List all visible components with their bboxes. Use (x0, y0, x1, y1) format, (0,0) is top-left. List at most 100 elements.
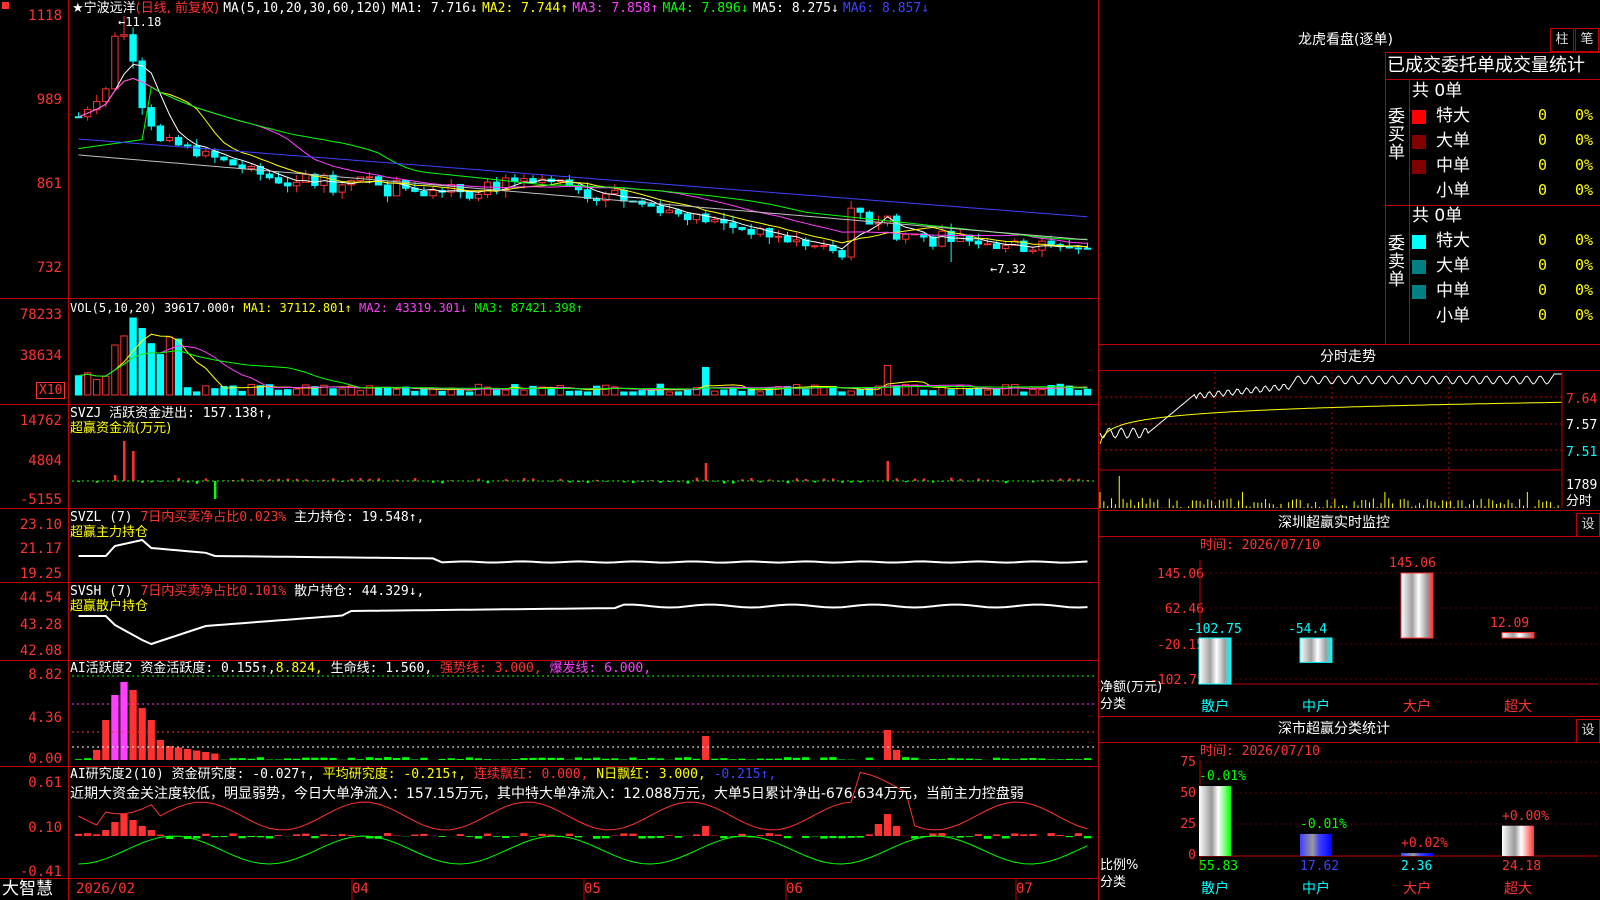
volume-bar (602, 384, 610, 396)
ai-research-bar (338, 834, 346, 836)
classify-category-label: 中户 (1302, 881, 1330, 897)
ai-active-bar (747, 759, 755, 760)
candle-body (747, 228, 755, 235)
ai-research-bar (829, 836, 837, 839)
volume-bar (420, 388, 428, 396)
ai-research-bar (674, 836, 683, 838)
svzj-bar (413, 478, 417, 481)
volume-bar (174, 338, 183, 396)
ai-research-bar (602, 836, 610, 839)
ma-line (78, 63, 1088, 250)
ai-active-bar (202, 752, 210, 760)
ai-active-bar (111, 695, 119, 760)
svzj-bar (804, 478, 808, 481)
candle-body (1047, 240, 1055, 246)
ai-active-bar (692, 758, 701, 760)
ai-active-bar (302, 757, 310, 760)
classify-change-label: -0.01% (1300, 816, 1347, 832)
ai-research-bar (965, 836, 973, 837)
ai-research-bar (1002, 836, 1010, 839)
svzj-bar (604, 481, 608, 482)
ai-research-bar (502, 836, 510, 838)
volume-bar (193, 391, 201, 396)
ai-research-bar (592, 836, 601, 839)
volume-bar (411, 390, 419, 396)
ai-active-bar (992, 757, 1001, 760)
ai-research-bar (865, 834, 873, 836)
monitor-settings-button[interactable]: 设 (1576, 513, 1600, 537)
sell-side-label: 委卖单 (1388, 234, 1405, 290)
order-pct: 0% (1575, 281, 1594, 299)
candle-body (656, 205, 664, 214)
fenshi-vol-caption: 分时 (1566, 494, 1593, 509)
ai-research-bar (529, 836, 537, 837)
candle-body (174, 137, 183, 146)
ai-active-axis-label: 4.36 (28, 710, 62, 726)
svzj-bars (77, 441, 1089, 499)
ai-research-bar (256, 836, 264, 838)
stock-name[interactable]: 宁波远洋 (84, 1, 136, 16)
ai-active-bar (892, 750, 901, 760)
candle-body (811, 245, 819, 248)
monitor-category-label: 超大 (1504, 699, 1532, 715)
order-pct: 0% (1575, 181, 1594, 199)
divider (0, 582, 1098, 583)
ai-research-bar (347, 834, 355, 836)
monitor-axis-label: -20.15 (1157, 638, 1204, 653)
order-pct: 0% (1575, 231, 1594, 249)
ai-research-bar (838, 836, 846, 839)
volume-bar (792, 384, 801, 396)
ai-active-bars (74, 682, 1092, 760)
candle-body (1001, 244, 1010, 249)
candle-body (792, 239, 801, 243)
volume-bar (956, 385, 964, 396)
volume-bar (74, 375, 83, 396)
kline-chart[interactable] (0, 0, 1100, 900)
volume-bar (102, 375, 110, 396)
svzj-header: SVZJ 活跃资金进出: 157.138↑, (70, 406, 274, 421)
ai-research-bar (238, 836, 246, 839)
classify-settings-button[interactable]: 设 (1576, 719, 1600, 743)
candle-body (265, 173, 274, 179)
tick-mode-button[interactable]: 笔 (1575, 28, 1599, 52)
candle-body (901, 233, 910, 240)
volume-bar (683, 389, 692, 396)
ai-research-bar (692, 834, 701, 836)
candle-body (193, 145, 201, 157)
candles (74, 16, 1092, 262)
svzj-bar (504, 479, 508, 481)
svzl-axis-label: 23.10 (19, 517, 62, 533)
fenshi-axis-label: 7.64 (1566, 392, 1598, 407)
ai-active-bar (956, 758, 964, 760)
volume-bar (502, 389, 510, 396)
ai-active-bar (756, 758, 764, 760)
ai-research-bar (320, 834, 328, 836)
volume-bar (547, 388, 555, 396)
classify-change-label: +0.00% (1502, 808, 1549, 824)
bar-mode-button[interactable]: 柱 (1550, 28, 1574, 52)
volume-bar (456, 389, 464, 396)
ai-active-bar (347, 757, 355, 760)
svzj-bar (122, 441, 126, 481)
ai-research-bar (856, 836, 864, 838)
ai-active-bar (838, 759, 846, 760)
ai-research-bar (129, 820, 137, 836)
time-axis-label: 05 (584, 881, 601, 897)
classify-axis-label: 75 (1180, 755, 1196, 770)
ai-research-bar (311, 836, 319, 839)
candle-body (974, 240, 983, 245)
ai-research-bar (193, 836, 201, 839)
lhkp-header: 已成交委托单成交量统计 (1387, 55, 1585, 76)
candle-body (938, 230, 946, 247)
period-label[interactable]: (日线, 前复权) (136, 1, 219, 16)
ai-research-bar (465, 836, 474, 837)
volume-bar (356, 390, 364, 396)
ai-research-bar (638, 836, 646, 839)
price-axis-label: 861 (36, 176, 62, 192)
ai-active-bar (620, 759, 628, 760)
svzl-title: 超赢主力持仓 (70, 525, 149, 540)
svzl-header: SVZL (7) 7日内买卖净占比0.023% 主力持仓: 19.548↑, (70, 510, 425, 525)
ai-active-bar (774, 758, 783, 760)
volume-bar (720, 389, 728, 396)
volume-bar (883, 364, 892, 396)
